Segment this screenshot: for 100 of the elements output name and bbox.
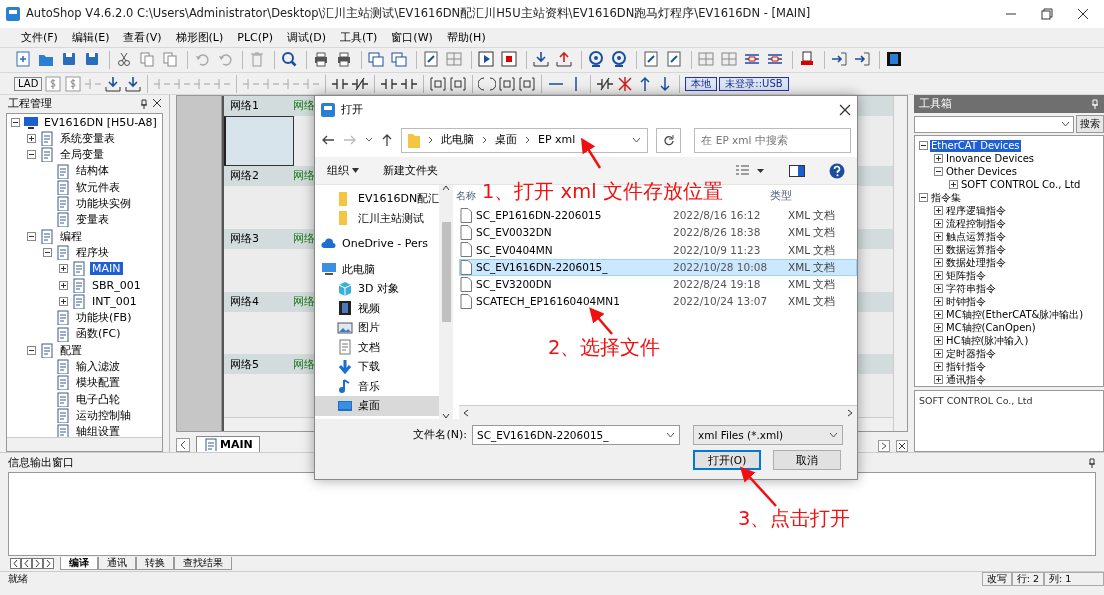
expand-icon[interactable] [934,245,943,254]
pin-icon[interactable] [1088,457,1096,468]
next-icon[interactable] [878,440,890,452]
tree-item[interactable]: Other Devices [945,165,1018,178]
tree-item[interactable]: 结构体 [74,164,111,178]
block-icon[interactable] [498,75,517,92]
tree-item[interactable]: 全局变量 [58,148,106,162]
expand-icon[interactable] [59,264,68,274]
address-bar[interactable]: 此电脑 桌面 EP xml [401,127,649,153]
tree-item[interactable]: 电子凸轮 [74,392,122,406]
expand-icon[interactable] [934,284,943,293]
expand-icon[interactable] [934,219,943,228]
refresh-button[interactable] [656,127,682,153]
file-row[interactable]: SC_EP1616DN-2206015 2022/8/16 16:12 XML 文档 [459,207,857,225]
menu-item[interactable]: PLC(P) [230,28,280,47]
tree-item[interactable]: SBR_001 [90,278,143,292]
close-icon[interactable] [839,103,851,116]
horizontal-scrollbar[interactable] [459,405,857,419]
expand-icon[interactable] [934,310,943,319]
login-status-button[interactable]: 未登录::USB [719,76,789,91]
collapse-icon[interactable] [27,345,36,355]
expand-icon[interactable] [934,336,943,345]
nav-item[interactable]: EV1616DN配汇 [315,189,439,209]
menu-item[interactable]: 编辑(E) [64,28,117,47]
expand-icon[interactable] [934,349,943,358]
vertical-scrollbar[interactable] [893,96,907,431]
menu-item[interactable]: 帮助(H) [439,28,493,47]
breadcrumb[interactable]: 此电脑 [441,133,474,147]
nav-item[interactable]: 音乐 [315,376,439,396]
filename-field[interactable]: SC_EV1616DN-2206015_ [472,425,680,445]
nav-item[interactable]: 图片 [315,318,439,338]
tree-item[interactable]: 系统变量表 [58,131,117,146]
breadcrumb[interactable]: EP xml [538,133,576,147]
nav-item[interactable]: 汇川主站测试 [315,208,439,228]
collapse-icon[interactable] [919,193,928,202]
nav-item[interactable]: 下载 [315,357,439,377]
expand-icon[interactable] [934,362,943,371]
editor-tab[interactable]: MAIN [196,435,260,452]
dollar-icon[interactable] [64,75,83,92]
download-icon[interactable] [104,75,123,92]
contact-icon[interactable] [351,75,370,92]
tree-item[interactable]: 函数(FC) [74,327,123,341]
new-folder-button[interactable]: 新建文件夹 [382,163,438,178]
tree-item[interactable]: Inovance Devices [945,152,1036,165]
tree-item[interactable]: HC轴控(脉冲输入) [945,334,1030,347]
back-icon[interactable] [321,134,335,146]
nav-arrow-icon[interactable] [32,558,43,569]
tree-item[interactable]: 指针指令 [945,360,987,373]
chevron-icon[interactable] [632,137,642,143]
file-row[interactable]: SCATECH_EP16160404MN1 2022/10/24 13:07 XML 文档 [459,292,857,311]
tree-item[interactable]: 功能块(FB) [74,311,134,325]
dollar-icon[interactable] [44,75,63,92]
nav-item[interactable]: OneDrive - Pers [315,234,439,254]
collapse-icon[interactable] [934,167,943,176]
collapse-icon[interactable] [11,117,20,127]
tree-item[interactable]: 指令集 [930,191,962,204]
contact-icon[interactable] [596,75,615,92]
column-header[interactable]: 类型 [770,189,792,203]
horizontal-scrollbar[interactable] [7,437,162,451]
tree-item[interactable]: 功能块实例 [74,197,133,211]
tree-item[interactable]: 时钟指令 [945,295,987,308]
block-icon[interactable] [518,75,537,92]
tree-item[interactable]: MC轴控(CanOpen) [945,321,1037,334]
file-type-dropdown[interactable]: xml Files (*.xml) [693,425,843,445]
nav-item[interactable]: 3D 对象 [315,279,439,299]
output-tab[interactable]: 查找结果 [174,557,232,570]
expand-icon[interactable] [934,271,943,280]
nav-item[interactable]: 此电脑 [315,259,439,279]
tree-item[interactable]: 模块配置 [74,376,122,390]
column-header[interactable]: 名称 [456,190,476,202]
collapse-icon[interactable] [43,248,52,257]
tree-item[interactable]: SOFT CONTROL Co., Ltd [960,178,1082,191]
breadcrumb[interactable]: 桌面 [495,133,517,147]
tree-item[interactable]: 轴组设置 [74,425,122,439]
tree-item[interactable]: 程序块 [74,245,111,260]
collapse-icon[interactable] [27,231,36,241]
tree-item[interactable]: 编程 [58,229,84,243]
menu-item[interactable]: 窗口(W) [384,28,440,47]
expand-icon[interactable] [59,280,68,290]
block-icon[interactable] [449,75,468,92]
up-icon[interactable] [381,133,393,147]
file-row[interactable]: SC_EV1616DN-2206015_ 2022/10/28 10:08 XML 文档 [459,258,857,276]
tree-item[interactable]: 配置 [58,343,84,357]
menu-item[interactable]: 工具(T) [333,28,385,47]
tree-item[interactable]: EtherCAT Devices [930,139,1021,152]
tree-item[interactable]: 定时器指令 [945,347,997,360]
tree-item[interactable]: 软元件表 [74,180,122,194]
scroll-left-icon[interactable] [176,438,190,452]
help-icon[interactable] [829,162,845,179]
search-button[interactable]: 搜索 [1076,115,1104,133]
open-button[interactable]: 打开(O) [693,450,761,470]
coil-icon[interactable] [478,75,497,92]
output-tab[interactable]: 编译 [60,557,98,570]
organize-button[interactable]: 组织 [327,163,359,178]
collapse-icon[interactable] [919,141,928,150]
output-tab[interactable]: 转换 [136,557,174,570]
vertical-scrollbar[interactable] [439,185,453,419]
expand-icon[interactable] [27,133,36,143]
tree-item[interactable]: MC轴控(EtherCAT&脉冲输出) [945,308,1085,321]
nav-arrow-icon[interactable] [21,558,32,569]
